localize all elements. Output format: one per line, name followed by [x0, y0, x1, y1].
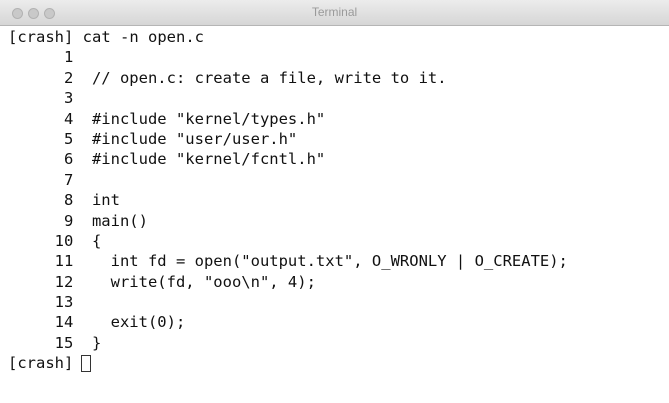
- terminal-output[interactable]: [crash] cat -n open.c 1 2 // open.c: crea…: [8, 27, 663, 374]
- shell-prompt: [crash]: [8, 28, 74, 46]
- code-text: #include "kernel/types.h": [91, 109, 326, 128]
- prompt-line[interactable]: [crash]: [8, 353, 663, 373]
- line-number: 7: [63, 170, 74, 189]
- code-line: 4 #include "kernel/types.h": [8, 109, 663, 129]
- code-text: int fd = open("output.txt", O_WRONLY | O…: [91, 252, 568, 271]
- line-number: 3: [63, 89, 74, 108]
- code-text: // open.c: create a file, write to it.: [91, 68, 447, 87]
- code-line: 15}: [8, 333, 663, 353]
- window-title: Terminal: [311, 5, 358, 19]
- code-text: {: [91, 231, 102, 250]
- code-text: #include "user/user.h": [91, 129, 298, 148]
- code-line: 1: [8, 47, 663, 67]
- code-line: 8 int: [8, 190, 663, 210]
- code-line: 9 main(): [8, 211, 663, 231]
- line-number: 14: [54, 313, 74, 332]
- line-number: 13: [54, 293, 74, 312]
- terminal-window: Terminal [crash] cat -n open.c 1 2 // ope…: [0, 0, 669, 403]
- line-number: 1: [63, 48, 74, 67]
- code-line: 2 // open.c: create a file, write to it.: [8, 68, 663, 88]
- code-line: 10 {: [8, 231, 663, 251]
- line-number: 5: [63, 129, 74, 148]
- code-line: 13: [8, 292, 663, 312]
- line-number: 2: [63, 68, 74, 87]
- code-text: exit(0);: [91, 313, 186, 332]
- command-line: [crash] cat -n open.c: [8, 27, 663, 47]
- line-number: 12: [54, 272, 74, 291]
- line-number: 15: [54, 333, 74, 352]
- line-number: 8: [63, 191, 74, 210]
- code-text: main(): [91, 211, 148, 230]
- code-text: }: [91, 333, 102, 352]
- code-text: write(fd, "ooo\n", 4);: [91, 272, 316, 291]
- code-line: 3: [8, 88, 663, 108]
- code-line: 14 exit(0);: [8, 312, 663, 332]
- code-text: int: [91, 191, 120, 210]
- code-line: 6 #include "kernel/fcntl.h": [8, 149, 663, 169]
- text-cursor: [81, 355, 92, 373]
- code-text: #include "kernel/fcntl.h": [91, 150, 326, 169]
- title-bar: Terminal: [0, 0, 669, 26]
- line-number: 10: [54, 231, 74, 250]
- line-number: 11: [54, 252, 74, 271]
- code-line: 7: [8, 170, 663, 190]
- line-number: 4: [63, 109, 74, 128]
- line-number: 9: [63, 211, 74, 230]
- code-line: 5 #include "user/user.h": [8, 129, 663, 149]
- line-number: 6: [63, 150, 74, 169]
- code-line: 11 int fd = open("output.txt", O_WRONLY …: [8, 251, 663, 271]
- shell-command: cat -n open.c: [82, 28, 204, 46]
- code-line: 12 write(fd, "ooo\n", 4);: [8, 272, 663, 292]
- shell-prompt: [crash]: [8, 354, 74, 373]
